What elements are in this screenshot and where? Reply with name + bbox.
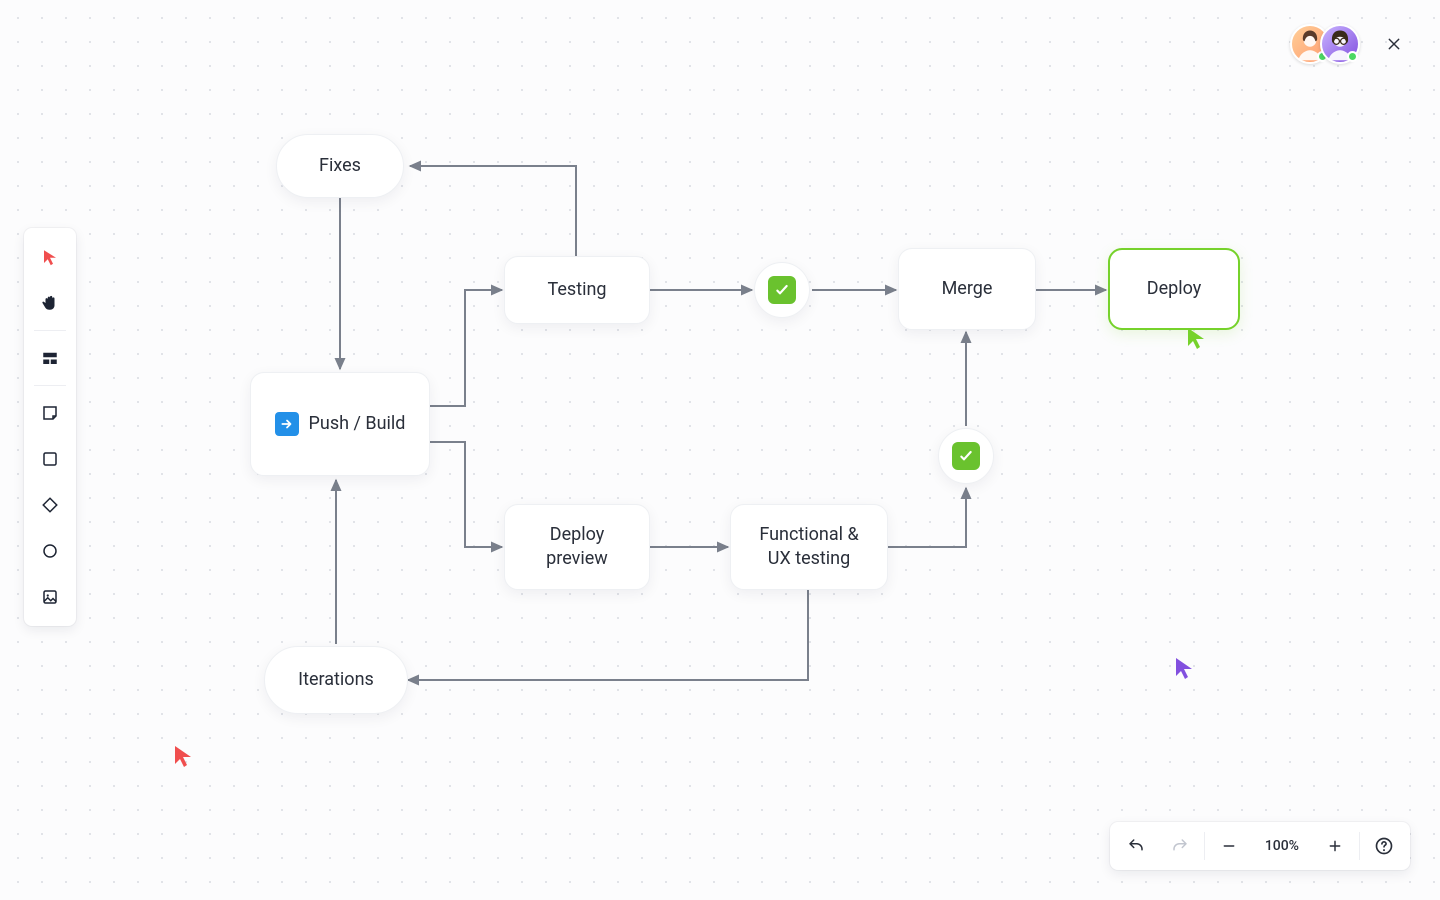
help-button[interactable]: [1362, 826, 1406, 866]
separator: [1204, 832, 1205, 860]
node-merge[interactable]: Merge: [898, 248, 1036, 330]
node-push-build[interactable]: Push / Build: [250, 372, 430, 476]
arrow-right-icon: [275, 412, 299, 436]
rectangle-tool[interactable]: [30, 439, 70, 479]
header: [1290, 24, 1410, 64]
section-tool[interactable]: [30, 338, 70, 378]
zoom-level[interactable]: 100%: [1251, 838, 1313, 854]
collaborator-cursor-purple: [1174, 656, 1196, 684]
help-icon: [1374, 836, 1394, 856]
collaborator-avatars[interactable]: [1290, 24, 1360, 64]
node-label: Fixes: [319, 154, 361, 178]
node-label: Deploy preview: [523, 523, 631, 572]
sticky-note-tool[interactable]: [30, 393, 70, 433]
checkmark-icon: [952, 442, 980, 470]
node-label: Iterations: [298, 668, 374, 692]
node-label: Testing: [547, 278, 606, 302]
collaborator-cursor-red: [173, 744, 195, 772]
shape-toolbar: [24, 228, 76, 626]
plus-icon: [1327, 838, 1343, 854]
undo-button[interactable]: [1114, 826, 1158, 866]
toolbar-separator: [34, 385, 66, 386]
node-label: Deploy: [1147, 277, 1202, 301]
collaborator-cursor-green: [1186, 326, 1208, 354]
node-fixes[interactable]: Fixes: [276, 134, 404, 198]
node-check-bottom[interactable]: [938, 428, 994, 484]
node-functional-ux[interactable]: Functional & UX testing: [730, 504, 888, 590]
redo-icon: [1171, 837, 1189, 855]
separator: [1359, 832, 1360, 860]
node-label: Push / Build: [309, 412, 406, 436]
close-button[interactable]: [1378, 28, 1410, 60]
toolbar-separator: [34, 330, 66, 331]
select-tool[interactable]: [30, 237, 70, 277]
checkmark-icon: [768, 276, 796, 304]
hand-tool[interactable]: [30, 283, 70, 323]
diamond-tool[interactable]: [30, 485, 70, 525]
node-testing[interactable]: Testing: [504, 256, 650, 324]
diagram-canvas[interactable]: [0, 0, 1440, 900]
zoom-in-button[interactable]: [1313, 826, 1357, 866]
online-indicator-icon: [1347, 51, 1358, 62]
redo-button[interactable]: [1158, 826, 1202, 866]
undo-icon: [1127, 837, 1145, 855]
node-iterations[interactable]: Iterations: [264, 646, 408, 714]
image-tool[interactable]: [30, 577, 70, 617]
node-label: Merge: [942, 277, 993, 301]
node-label: Functional & UX testing: [749, 523, 869, 572]
node-check-top[interactable]: [754, 262, 810, 318]
minus-icon: [1221, 838, 1237, 854]
bottom-controls: 100%: [1110, 822, 1410, 870]
close-icon: [1386, 36, 1402, 52]
node-deploy-preview[interactable]: Deploy preview: [504, 504, 650, 590]
node-deploy[interactable]: Deploy: [1108, 248, 1240, 330]
zoom-out-button[interactable]: [1207, 826, 1251, 866]
avatar[interactable]: [1320, 24, 1360, 64]
ellipse-tool[interactable]: [30, 531, 70, 571]
